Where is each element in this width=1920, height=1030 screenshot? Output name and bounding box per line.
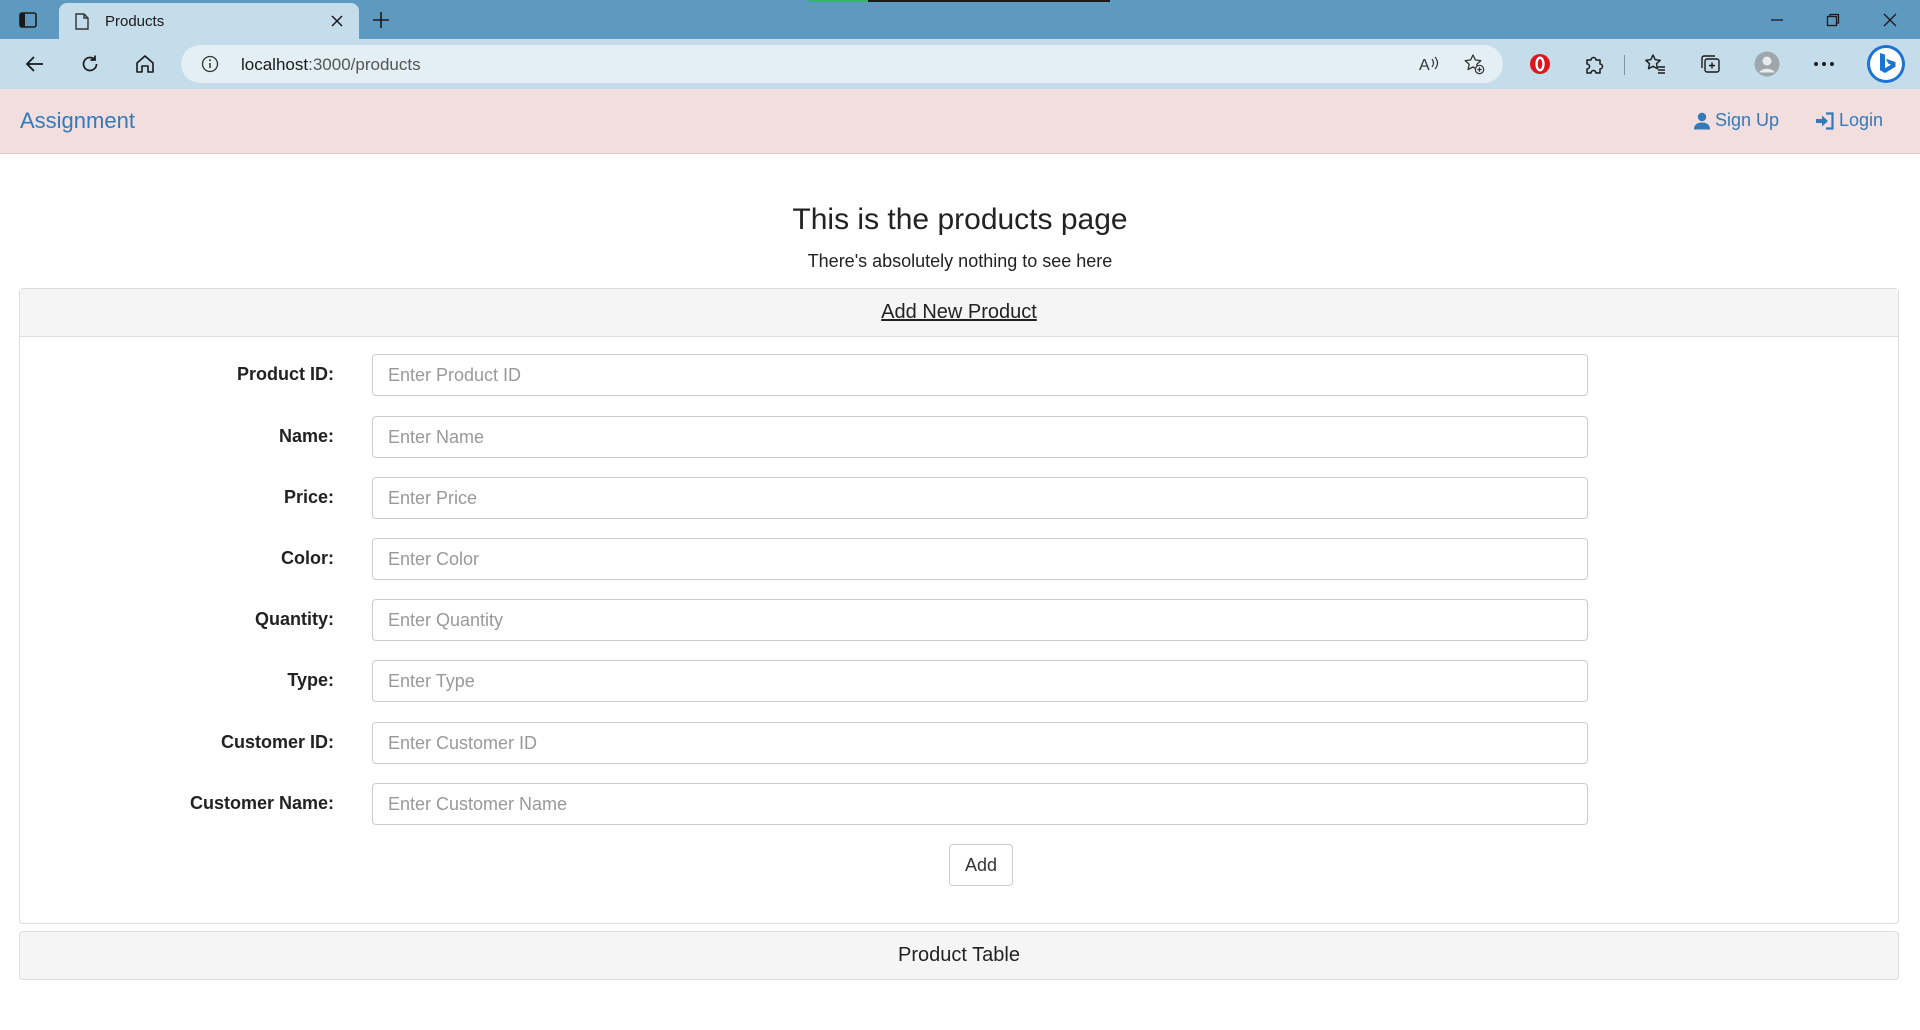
- add-product-panel: Add New Product Product ID: Name: Price:…: [19, 288, 1899, 924]
- window-close-icon[interactable]: [1875, 6, 1905, 34]
- product-id-label: Product ID:: [237, 364, 334, 384]
- info-icon[interactable]: [201, 55, 219, 73]
- type-input[interactable]: [372, 660, 1588, 702]
- customer-id-input[interactable]: [372, 722, 1588, 764]
- signup-link[interactable]: Sign Up: [1693, 110, 1779, 131]
- refresh-icon[interactable]: [76, 50, 104, 78]
- back-icon[interactable]: [21, 50, 49, 78]
- extensions-icon[interactable]: [1580, 50, 1608, 78]
- profile-icon[interactable]: [1753, 50, 1781, 78]
- add-product-panel-heading: Add New Product: [20, 289, 1898, 337]
- brand-link[interactable]: Assignment: [20, 108, 135, 134]
- close-icon[interactable]: [327, 11, 347, 31]
- customer-id-label: Customer ID:: [220, 732, 334, 752]
- read-aloud-icon[interactable]: A: [1418, 53, 1440, 75]
- bing-icon[interactable]: [1866, 44, 1906, 84]
- page-subtitle: There's absolutely nothing to see here: [807, 251, 1113, 271]
- add-new-product-link[interactable]: Add New Product: [881, 301, 1037, 324]
- type-label: Type:: [287, 670, 334, 690]
- price-label: Price:: [283, 487, 334, 507]
- customer-name-label: Customer Name:: [189, 793, 334, 813]
- browser-tab[interactable]: Products: [59, 3, 359, 39]
- tab-title: Products: [105, 12, 165, 30]
- url-path: :3000/products: [308, 55, 421, 74]
- add-button[interactable]: Add: [949, 844, 1013, 886]
- svg-text:A: A: [1419, 57, 1430, 74]
- color-input[interactable]: [372, 538, 1588, 580]
- quantity-input[interactable]: [372, 599, 1588, 641]
- page-icon: [73, 12, 91, 30]
- customer-name-input[interactable]: [372, 783, 1588, 825]
- browser-toolbar: localhost:3000/products A: [0, 39, 1920, 89]
- product-table-panel[interactable]: Product Table: [19, 931, 1899, 980]
- toolbar-divider: [1624, 55, 1625, 75]
- home-icon[interactable]: [131, 50, 159, 78]
- navbar: Assignment Sign Up Login: [0, 89, 1920, 154]
- name-input[interactable]: [372, 416, 1588, 458]
- product-table-heading: Product Table: [898, 944, 1020, 966]
- url-text[interactable]: localhost:3000/products: [241, 55, 421, 75]
- color-label: Color:: [281, 548, 334, 568]
- more-icon[interactable]: [1810, 50, 1838, 78]
- opera-icon[interactable]: [1526, 50, 1554, 78]
- user-icon: [1694, 112, 1710, 129]
- collections-icon[interactable]: [1696, 50, 1724, 78]
- browser-tab-bar: Products: [0, 0, 1920, 39]
- loading-track: [868, 0, 1110, 2]
- restore-icon[interactable]: [1818, 6, 1848, 34]
- minimize-icon[interactable]: [1762, 6, 1792, 34]
- login-icon: [1816, 111, 1834, 130]
- url-host: localhost: [241, 55, 309, 74]
- signup-label: Sign Up: [1715, 110, 1780, 130]
- login-label: Login: [1839, 110, 1884, 130]
- favorites-icon[interactable]: [1641, 50, 1669, 78]
- plus-icon[interactable]: [368, 7, 394, 33]
- loading-indicator: [808, 0, 868, 2]
- name-label: Name:: [278, 426, 334, 446]
- quantity-label: Quantity:: [255, 609, 334, 629]
- price-input[interactable]: [372, 477, 1588, 519]
- login-link[interactable]: Login: [1815, 110, 1883, 131]
- address-bar[interactable]: localhost:3000/products A: [181, 45, 1503, 83]
- tab-actions-icon[interactable]: [16, 8, 40, 32]
- product-id-input[interactable]: [372, 354, 1588, 396]
- add-favorite-icon[interactable]: [1463, 53, 1485, 75]
- page-title: This is the products page: [792, 203, 1128, 236]
